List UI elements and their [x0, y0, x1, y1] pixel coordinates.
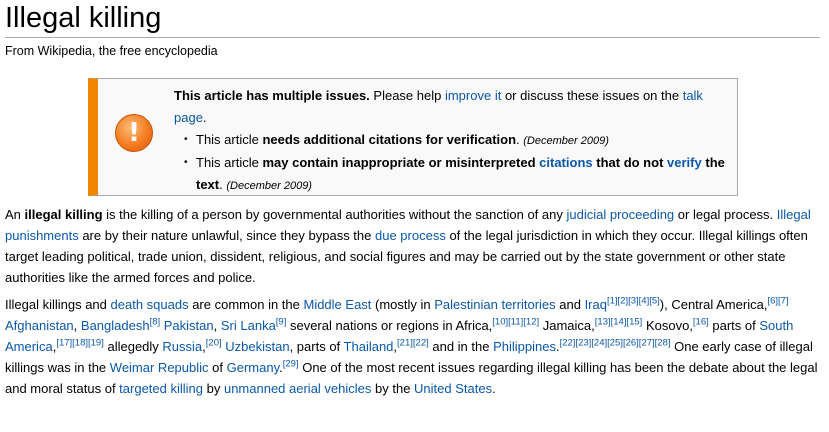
link-afghanistan[interactable]: Afghanistan: [5, 318, 74, 333]
link-uzbekistan[interactable]: Uzbekistan: [225, 339, 289, 354]
multiple-issues-box: ! This article has multiple issues. Plea…: [88, 78, 738, 196]
citation-kosovo[interactable]: [16]: [693, 317, 709, 328]
issue-citations-needed: • This article needs additional citations…: [184, 129, 734, 152]
citation-iraq[interactable]: [1][2][3][4][5]: [607, 296, 660, 307]
link-judicial-proceeding[interactable]: judicial proceeding: [566, 207, 674, 222]
issues-message: This article has multiple issues. Please…: [174, 85, 734, 197]
issue-date: (December 2009): [226, 180, 312, 192]
citations-link[interactable]: citations: [539, 155, 592, 170]
link-philippines[interactable]: Philippines: [493, 339, 556, 354]
article-page: Illegal killing From Wikipedia, the free…: [0, 0, 829, 432]
link-bangladesh[interactable]: Bangladesh: [81, 318, 150, 333]
citation-central-america[interactable]: [6][7]: [767, 296, 788, 307]
link-russia[interactable]: Russia: [162, 339, 202, 354]
term-illegal-killing: illegal killing: [24, 207, 103, 222]
paragraph-occurrences: Illegal killings and death squads are co…: [5, 295, 818, 396]
link-iraq[interactable]: Iraq: [585, 297, 607, 312]
link-due-process[interactable]: due process: [375, 228, 446, 243]
issue-misinterpreted-citations: • This article may contain inappropriate …: [184, 152, 734, 197]
link-sri-lanka[interactable]: Sri Lanka: [221, 318, 276, 333]
citation-bangladesh[interactable]: [8]: [150, 317, 161, 328]
link-germany[interactable]: Germany: [227, 360, 280, 375]
citation-africa[interactable]: [10][11][12]: [492, 317, 539, 328]
link-weimar-republic[interactable]: Weimar Republic: [110, 360, 209, 375]
citation-thailand[interactable]: [21][22]: [397, 338, 429, 349]
link-pakistan[interactable]: Pakistan: [164, 318, 214, 333]
issues-heading: This article has multiple issues.: [174, 88, 370, 103]
issues-list: • This article needs additional citations…: [174, 129, 734, 197]
site-subtitle: From Wikipedia, the free encyclopedia: [5, 44, 218, 58]
link-thailand[interactable]: Thailand: [344, 339, 394, 354]
citation-germany[interactable]: [29]: [283, 359, 299, 370]
citation-jamaica[interactable]: [13][14][15]: [595, 317, 643, 328]
paragraph-intro: An illegal killing is the killing of a p…: [5, 207, 811, 285]
exclamation-circle-icon: !: [115, 114, 153, 152]
link-united-states[interactable]: United States: [414, 381, 492, 396]
page-title: Illegal killing: [5, 1, 820, 38]
citation-sri-lanka[interactable]: [9]: [276, 317, 287, 328]
citation-russia[interactable]: [20]: [206, 338, 222, 349]
citation-south-america[interactable]: [17][18][19]: [56, 338, 104, 349]
citation-philippines[interactable]: [22][23][24][25][26][27][28]: [560, 338, 671, 349]
link-targeted-killing[interactable]: targeted killing: [119, 381, 203, 396]
improve-it-link[interactable]: improve it: [445, 88, 501, 103]
bullet: •: [184, 157, 188, 168]
bullet: •: [184, 134, 188, 145]
link-death-squads[interactable]: death squads: [111, 297, 189, 312]
link-middle-east[interactable]: Middle East: [303, 297, 371, 312]
verify-link[interactable]: verify: [667, 155, 702, 170]
link-palestinian-territories[interactable]: Palestinian territories: [434, 297, 555, 312]
link-unmanned-aerial-vehicles[interactable]: unmanned aerial vehicles: [224, 381, 371, 396]
issue-date: (December 2009): [523, 135, 609, 147]
